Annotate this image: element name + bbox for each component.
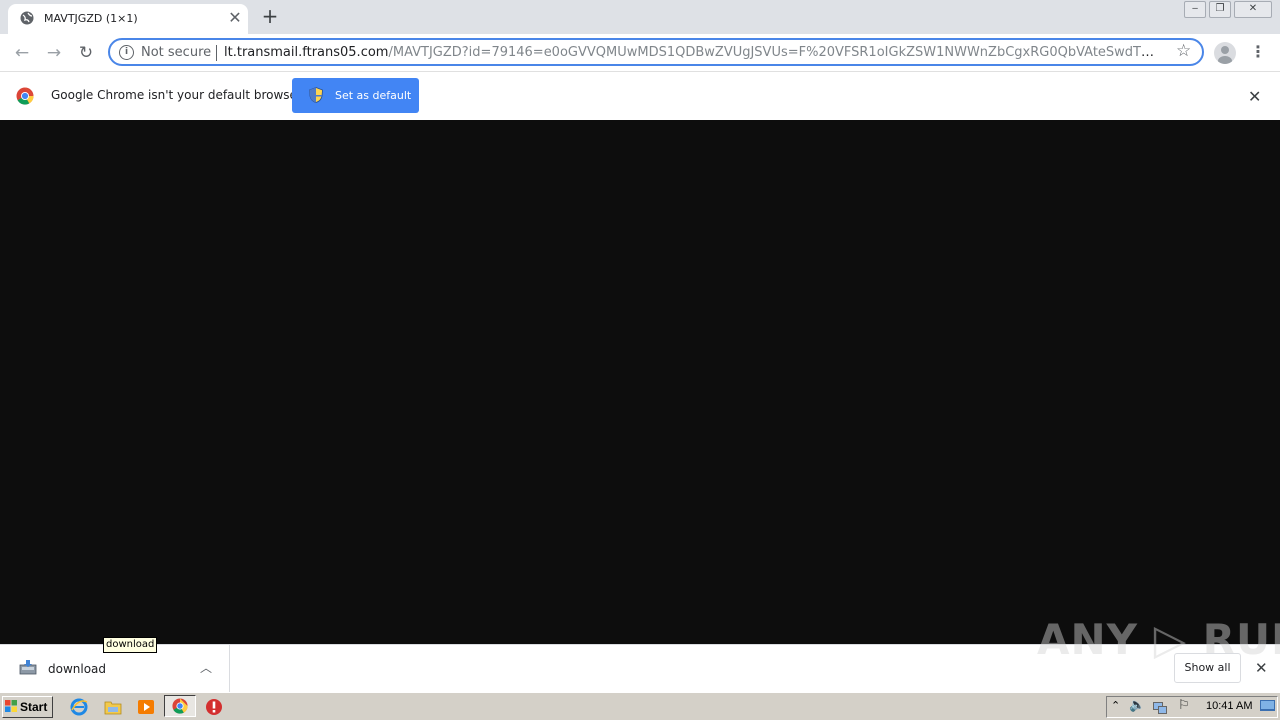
folder-icon[interactable] <box>104 698 122 716</box>
reload-button[interactable]: ↻ <box>74 41 98 65</box>
start-button[interactable]: Start <box>2 696 53 718</box>
chevron-up-icon[interactable]: ︿ <box>200 659 212 676</box>
tooltip: download <box>103 637 158 653</box>
start-label: Start <box>20 700 48 714</box>
taskbar: Start ⌃ 🔈 ⚐ 10:41 AM <box>0 692 1280 720</box>
tab-close-icon[interactable]: ✕ <box>226 9 244 27</box>
close-window-button[interactable]: ✕ <box>1234 1 1272 18</box>
download-file-name: download <box>48 662 107 676</box>
media-player-icon[interactable] <box>137 698 155 716</box>
stop-warning-icon[interactable] <box>205 698 223 716</box>
tab-active[interactable]: MAVTJGZD (1×1) ✕ <box>8 4 248 34</box>
chrome-logo-icon <box>16 87 34 105</box>
url-path: /MAVTJGZD?id=79146=e0oGVVQMUwMDS1QDBwZVU… <box>388 45 1160 60</box>
url-text[interactable]: lt.transmail.ftrans05.com/MAVTJGZD?id=79… <box>224 45 1160 60</box>
restore-button[interactable]: ❐ <box>1209 1 1231 18</box>
taskbar-chrome-button[interactable] <box>164 695 196 717</box>
action-center-flag-icon[interactable]: ⚐ <box>1178 698 1190 713</box>
address-bar[interactable]: i Not secure lt.transmail.ftrans05.com/M… <box>108 38 1204 66</box>
tab-title: MAVTJGZD (1×1) <box>44 12 138 25</box>
profile-avatar-icon[interactable] <box>1214 42 1236 64</box>
infobar-message: Google Chrome isn't your default browser <box>51 88 302 102</box>
chrome-icon <box>172 698 188 714</box>
set-as-default-button[interactable]: Set as default <box>292 78 419 113</box>
file-installer-icon <box>19 660 37 675</box>
toolbar: ← → ↻ i Not secure lt.transmail.ftrans05… <box>0 34 1280 71</box>
bookmark-star-icon[interactable]: ☆ <box>1176 41 1191 61</box>
uac-shield-icon <box>309 87 323 103</box>
network-icon[interactable] <box>1152 699 1168 715</box>
clock[interactable]: 10:41 AM <box>1206 700 1252 712</box>
shelf-close-icon[interactable]: ✕ <box>1255 659 1268 677</box>
forward-button[interactable]: → <box>42 41 66 65</box>
back-button[interactable]: ← <box>10 41 34 65</box>
page-content <box>0 120 1280 643</box>
menu-kebab-icon[interactable]: ⋮ <box>1250 42 1266 64</box>
tab-strip: MAVTJGZD (1×1) ✕ + ‒ ❐ ✕ <box>0 0 1280 34</box>
show-desktop-icon[interactable] <box>1260 700 1275 713</box>
volume-icon[interactable]: 🔈 <box>1129 698 1145 713</box>
show-hidden-icons-icon[interactable]: ⌃ <box>1111 699 1120 712</box>
separator <box>216 45 217 61</box>
minimize-button[interactable]: ‒ <box>1184 1 1206 18</box>
show-all-button[interactable]: Show all <box>1174 653 1241 683</box>
security-label[interactable]: Not secure <box>141 45 211 60</box>
internet-explorer-icon[interactable] <box>70 698 88 716</box>
windows-flag-icon <box>5 700 17 712</box>
new-tab-button[interactable]: + <box>260 6 280 26</box>
set-as-default-label: Set as default <box>335 89 412 102</box>
default-browser-infobar: Google Chrome isn't your default browser… <box>0 71 1280 120</box>
globe-icon <box>20 11 34 25</box>
watermark-logo: ANY ▷ RUN <box>1037 615 1280 664</box>
infobar-close-icon[interactable]: ✕ <box>1248 87 1261 106</box>
info-icon[interactable]: i <box>119 45 134 60</box>
system-tray: ⌃ 🔈 ⚐ 10:41 AM <box>1106 696 1278 718</box>
download-shelf: download ︿ ANY ▷ RUN Show all ✕ <box>0 615 1280 692</box>
url-host: lt.transmail.ftrans05.com <box>224 45 389 60</box>
